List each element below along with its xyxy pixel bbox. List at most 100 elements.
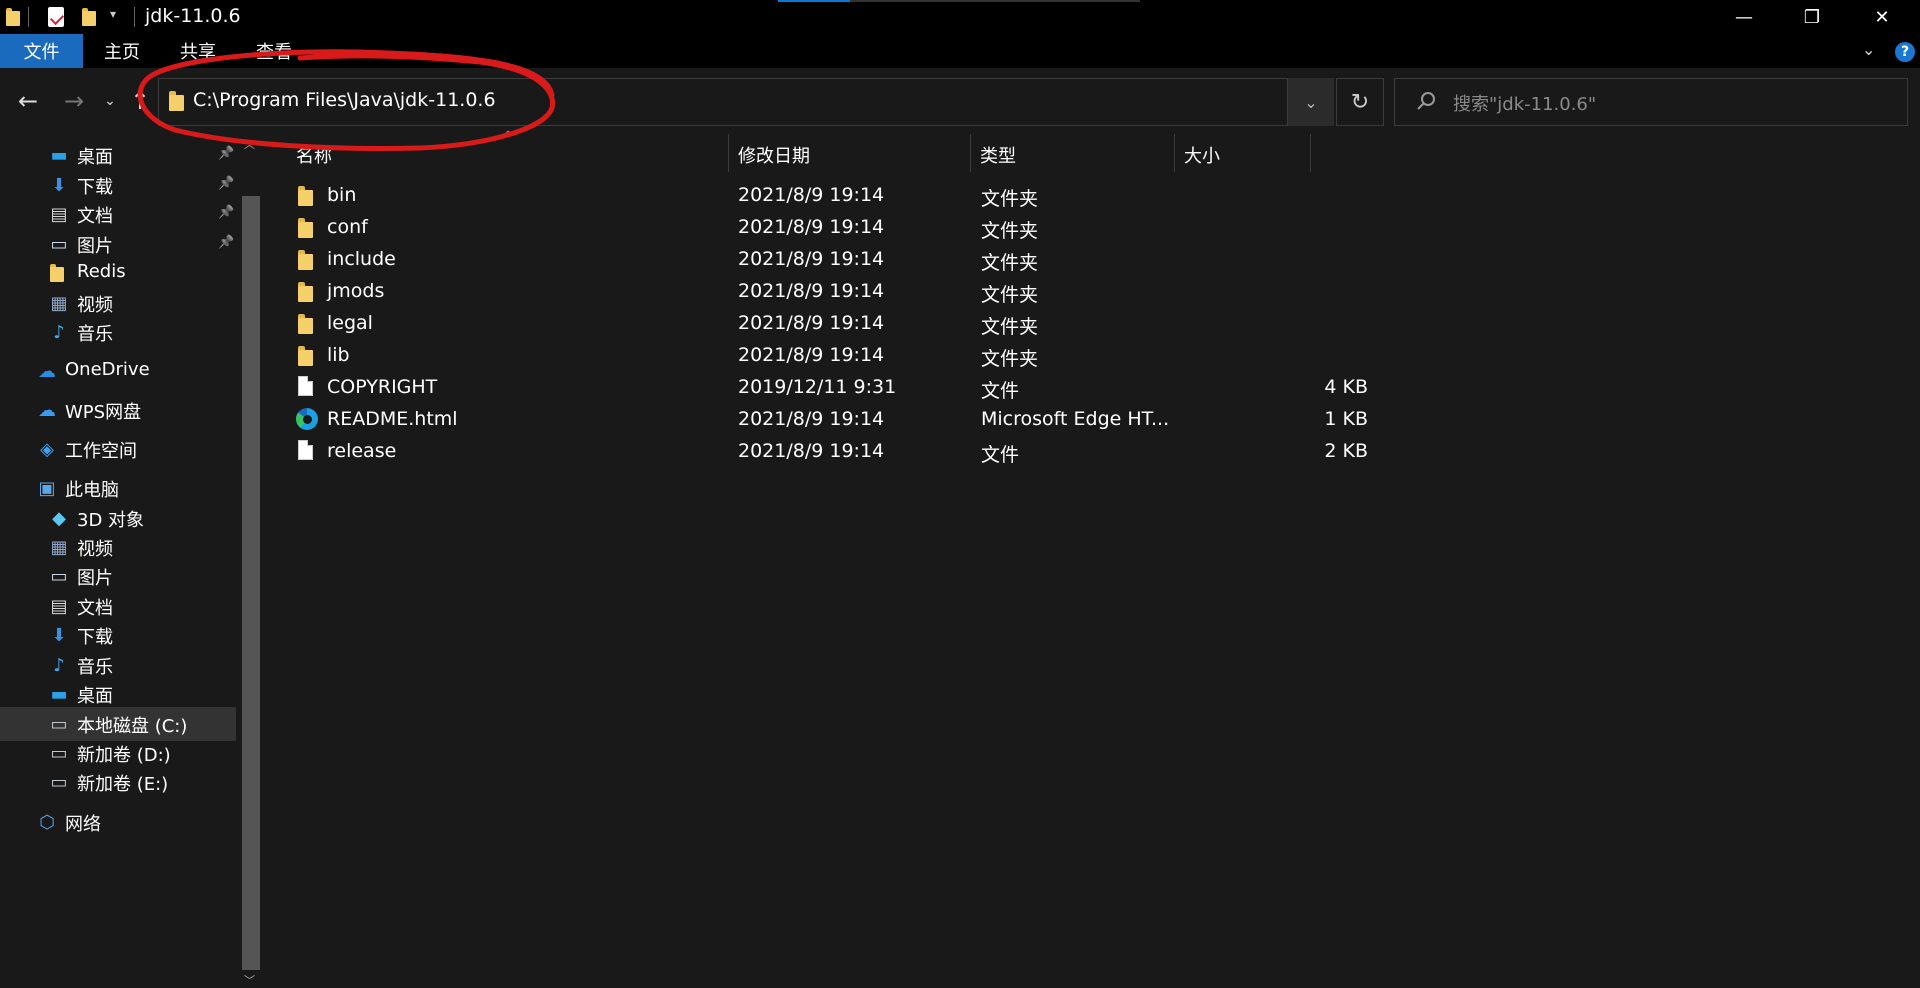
file-date: 2021/8/9 19:14 <box>738 280 885 302</box>
file-row[interactable]: jmods 2021/8/9 19:14 文件夹 <box>286 276 1586 308</box>
drive-icon: ▭ <box>50 742 68 764</box>
folder-icon <box>298 250 313 270</box>
sidebar-item-label: 文档 <box>77 598 113 619</box>
customize-quick-access-icon[interactable]: ▾ <box>110 7 116 21</box>
address-dropdown-icon[interactable]: ⌄ <box>1288 78 1334 126</box>
sidebar-item[interactable]: ▣ 此电脑 <box>0 471 236 505</box>
help-button[interactable]: ? <box>1895 42 1915 62</box>
sidebar-item[interactable]: ♪ 音乐 <box>0 315 236 349</box>
forward-arrow-icon[interactable]: → <box>58 86 90 116</box>
folder-icon <box>169 91 184 111</box>
sidebar-item-label: OneDrive <box>65 359 150 380</box>
sidebar-item[interactable]: ▤ 文档 📌 <box>0 197 236 231</box>
column-header-name[interactable]: 名称 <box>296 138 332 172</box>
window-title: jdk-11.0.6 <box>145 5 241 27</box>
file-size: 4 KB <box>1324 376 1368 398</box>
refresh-icon[interactable]: ↻ <box>1336 78 1384 126</box>
sidebar-item[interactable]: ◈ 工作空间 <box>0 432 236 466</box>
new-folder-icon[interactable] <box>82 8 96 26</box>
file-type: 文件 <box>981 380 1020 402</box>
sidebar-scrollbar-thumb[interactable] <box>242 196 260 970</box>
file-date: 2021/8/9 19:14 <box>738 408 885 430</box>
video-icon: ▦ <box>50 536 68 558</box>
sidebar-item-label: 文档 <box>77 206 113 227</box>
sidebar-item[interactable]: ▬ 桌面 📌 <box>0 138 236 172</box>
scroll-down-icon[interactable]: ﹀ <box>244 972 255 988</box>
network-icon: ⬡ <box>39 811 55 833</box>
sidebar-item[interactable]: Redis <box>0 256 236 290</box>
scroll-up-icon[interactable]: ︿ <box>244 136 255 152</box>
sidebar-item[interactable]: ☁ OneDrive <box>0 354 236 388</box>
document-icon: ▤ <box>50 595 68 617</box>
file-name: jmods <box>327 280 385 302</box>
file-row[interactable]: COPYRIGHT 2019/12/11 9:31 文件 4 KB <box>286 372 1586 404</box>
sidebar-item-label: 工作空间 <box>65 441 137 462</box>
file-date: 2021/8/9 19:14 <box>738 344 885 366</box>
file-type: 文件夹 <box>981 188 1039 210</box>
sidebar-item-label: 图片 <box>77 236 113 257</box>
desktop-icon: ▬ <box>50 144 68 166</box>
maximize-button[interactable]: ❐ <box>1778 0 1846 34</box>
sidebar-item[interactable]: ⬡ 网络 <box>0 805 236 839</box>
file-name: lib <box>327 344 350 366</box>
file-icon <box>298 440 313 460</box>
music-icon: ♪ <box>53 654 65 676</box>
sidebar-item[interactable]: ▬ 桌面 <box>0 677 236 711</box>
close-button[interactable]: ✕ <box>1848 0 1916 34</box>
sidebar-item-label: 图片 <box>77 568 113 589</box>
tab-home[interactable]: 主页 <box>104 34 140 68</box>
sidebar-item-label: 视频 <box>77 295 113 316</box>
column-header-type[interactable]: 类型 <box>980 138 1016 172</box>
expand-ribbon-icon[interactable]: ⌄ <box>1862 40 1875 59</box>
file-row[interactable]: conf 2021/8/9 19:14 文件夹 <box>286 212 1586 244</box>
sidebar-item[interactable]: ▭ 图片 <box>0 559 236 593</box>
search-input[interactable]: 搜索"jdk-11.0.6" <box>1453 90 1596 116</box>
folder-icon <box>50 264 64 282</box>
properties-icon[interactable] <box>48 7 65 27</box>
edge-icon <box>296 408 318 430</box>
minimize-button[interactable]: — <box>1710 0 1778 34</box>
file-type: Microsoft Edge HT... <box>981 408 1170 430</box>
file-row[interactable]: bin 2021/8/9 19:14 文件夹 <box>286 180 1586 212</box>
file-date: 2019/12/11 9:31 <box>738 376 897 398</box>
sidebar-item[interactable]: ☁ WPS网盘 <box>0 393 236 427</box>
picture-icon: ▭ <box>50 565 68 587</box>
tab-file[interactable]: 文件 <box>0 34 83 68</box>
file-name: README.html <box>327 408 458 430</box>
sidebar-item-label: 网络 <box>65 814 101 835</box>
address-bar[interactable]: C:\Program Files\Java\jdk-11.0.6 <box>158 78 1288 126</box>
sidebar-item-label: 新加卷 (D:) <box>77 745 171 766</box>
sidebar-item-label: 桌面 <box>77 147 113 168</box>
drive-icon: ▭ <box>50 771 68 793</box>
recent-locations-icon[interactable]: ⌄ <box>94 86 126 116</box>
tab-share[interactable]: 共享 <box>180 34 216 68</box>
folder-icon <box>298 346 313 366</box>
column-header-date[interactable]: 修改日期 <box>738 138 810 172</box>
drive-icon: ▭ <box>50 713 68 735</box>
search-icon <box>1417 92 1435 110</box>
file-name: COPYRIGHT <box>327 376 438 398</box>
file-icon <box>298 376 313 396</box>
sidebar-item-label: 音乐 <box>77 657 113 678</box>
tab-view[interactable]: 查看 <box>256 34 292 68</box>
wps-cloud-icon: ☁ <box>38 399 56 421</box>
file-row[interactable]: legal 2021/8/9 19:14 文件夹 <box>286 308 1586 340</box>
file-date: 2021/8/9 19:14 <box>738 216 885 238</box>
file-row[interactable]: lib 2021/8/9 19:14 文件夹 <box>286 340 1586 372</box>
workspace-icon: ◈ <box>40 438 54 460</box>
title-bar: ▾ jdk-11.0.6 — ❐ ✕ <box>0 0 1920 34</box>
column-header-size[interactable]: 大小 <box>1184 138 1220 172</box>
file-list: ^ 名称 修改日期 类型 大小 bin 2021/8/9 19:14 文件夹 conf… <box>266 130 1920 988</box>
folder-icon <box>6 8 20 26</box>
folder-icon <box>298 282 313 302</box>
file-row[interactable]: release 2021/8/9 19:14 文件 2 KB <box>286 436 1586 468</box>
sidebar-item[interactable]: ▭ 新加卷 (E:) <box>0 765 236 799</box>
up-arrow-icon[interactable]: ↑ <box>124 86 156 116</box>
sidebar-item[interactable]: ⬇ 下载 <box>0 618 236 652</box>
back-arrow-icon[interactable]: ← <box>12 86 44 116</box>
sidebar-item-label: WPS网盘 <box>65 402 142 423</box>
file-row[interactable]: include 2021/8/9 19:14 文件夹 <box>286 244 1586 276</box>
file-row[interactable]: README.html 2021/8/9 19:14 Microsoft Edge … <box>286 404 1586 436</box>
sidebar-item-label: 下载 <box>77 627 113 648</box>
search-box[interactable]: 搜索"jdk-11.0.6" <box>1394 78 1908 126</box>
